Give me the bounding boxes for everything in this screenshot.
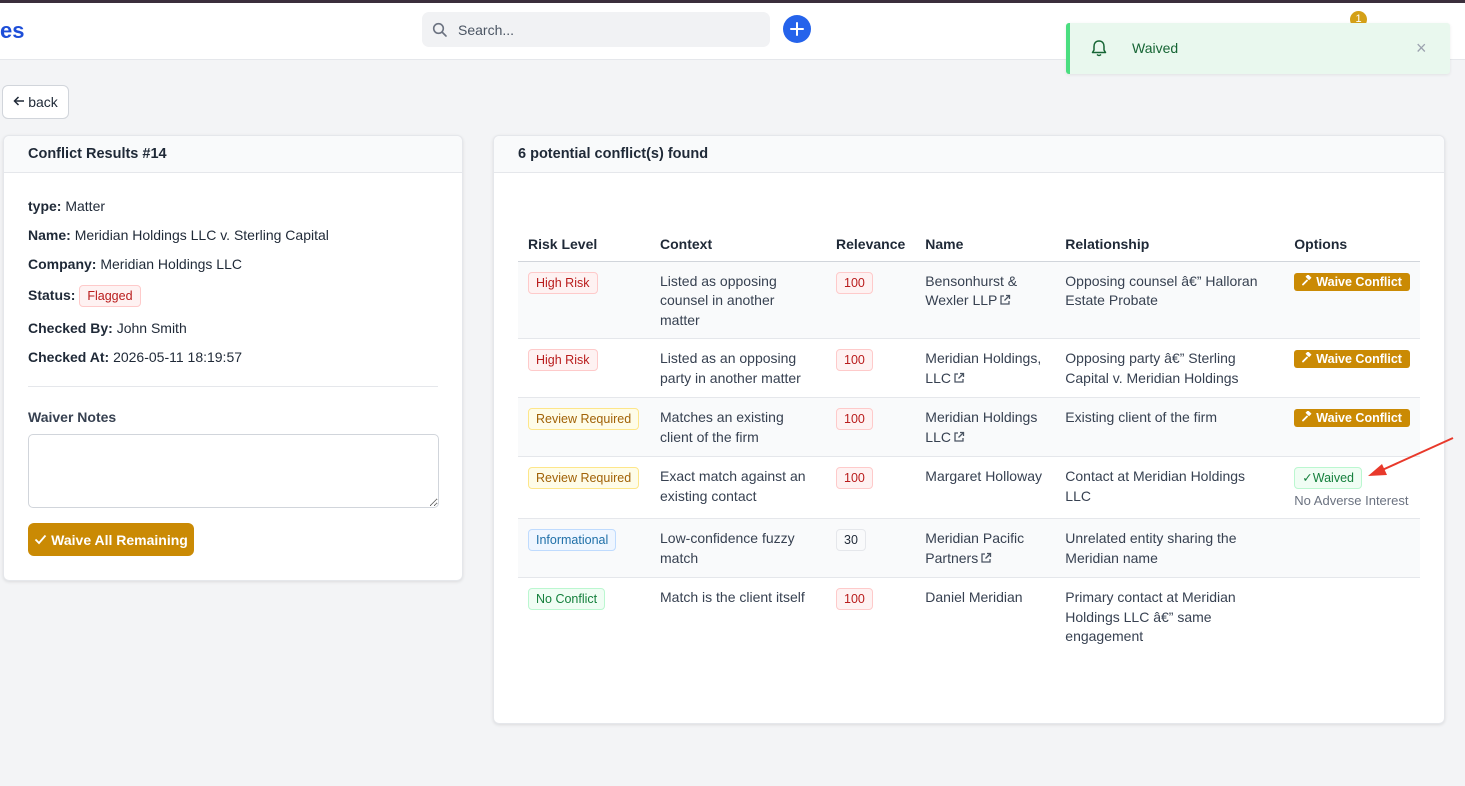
col-risk-level: Risk Level xyxy=(518,227,650,262)
arrow-left-icon xyxy=(13,94,25,110)
external-link-icon[interactable] xyxy=(953,370,965,390)
checked-at-value: 2026-05-11 18:19:57 xyxy=(113,349,243,365)
table-row: No Conflict Match is the client itself 1… xyxy=(518,578,1420,655)
check-icon: ✓ xyxy=(1302,471,1313,485)
check-icon xyxy=(34,532,47,548)
bell-icon xyxy=(1091,40,1107,57)
brand-title: es xyxy=(0,18,25,43)
risk-badge: High Risk xyxy=(528,271,598,294)
type-field: type: Matter xyxy=(28,198,106,214)
waiver-notes-input[interactable] xyxy=(28,434,439,508)
name-cell[interactable]: Meridian Holdings, LLC xyxy=(915,338,1056,398)
relationship-cell: Opposing counsel â€” Halloran Estate Pro… xyxy=(1055,261,1285,339)
relevance-badge: 100 xyxy=(836,467,873,489)
add-button[interactable] xyxy=(783,15,811,43)
name-cell: Daniel Meridian xyxy=(925,589,1023,605)
relationship-cell: Existing client of the firm xyxy=(1055,397,1285,457)
name-cell: Margaret Holloway xyxy=(915,456,1056,519)
checked-by-field: Checked By: John Smith xyxy=(28,320,187,336)
context-cell: Matches an existing client of the firm xyxy=(650,397,826,457)
table-header-row: Risk Level Context Relevance Name Relati… xyxy=(518,227,1420,262)
plus-icon xyxy=(790,22,804,36)
risk-badge: Review Required xyxy=(528,467,640,489)
waive-conflict-button[interactable]: Waive Conflict xyxy=(1294,350,1410,368)
relevance-badge: 30 xyxy=(836,529,866,551)
close-icon[interactable]: × xyxy=(1416,38,1427,59)
annotation-arrow-icon xyxy=(1368,437,1454,476)
relationship-cell: Primary contact at Meridian Holdings LLC… xyxy=(1065,589,1236,644)
search-box[interactable] xyxy=(422,12,770,47)
col-relevance: Relevance xyxy=(826,227,916,262)
relationship-cell: Unrelated entity sharing the Meridian na… xyxy=(1055,518,1285,578)
name-cell[interactable]: Bensonhurst & Wexler LLP xyxy=(915,261,1056,339)
external-link-icon[interactable] xyxy=(953,429,965,449)
toast-notification: Waived × xyxy=(1066,23,1450,74)
context-cell: Listed as an opposing party in another m… xyxy=(650,338,826,398)
checked-at-field: Checked At: 2026-05-11 18:19:57 xyxy=(28,349,243,365)
waiver-reason: No Adverse Interest xyxy=(1294,493,1409,508)
options-cell xyxy=(1284,578,1420,655)
company-field: Company: Meridian Holdings LLC xyxy=(28,256,242,272)
waive-conflict-button[interactable]: Waive Conflict xyxy=(1294,409,1410,427)
details-title: Conflict Results #14 xyxy=(4,136,462,173)
risk-badge: Review Required xyxy=(528,408,640,430)
divider xyxy=(28,386,438,387)
context-cell: Low-confidence fuzzy match xyxy=(650,518,826,578)
results-title: 6 potential conflict(s) found xyxy=(494,136,1444,173)
waive-conflict-button[interactable]: Waive Conflict xyxy=(1294,272,1410,291)
search-input[interactable] xyxy=(458,12,758,47)
relationship-cell: Contact at Meridian Holdings LLC xyxy=(1055,456,1285,519)
options-cell xyxy=(1284,518,1420,578)
table-row: Review Required Exact match against an e… xyxy=(518,456,1420,519)
search-icon xyxy=(432,22,447,37)
external-link-icon[interactable] xyxy=(980,550,992,570)
col-context: Context xyxy=(650,227,826,262)
status-field: Status: Flagged xyxy=(28,285,141,307)
risk-badge: High Risk xyxy=(528,349,598,371)
table-row: Review Required Matches an existing clie… xyxy=(518,397,1420,457)
name-field: Name: Meridian Holdings LLC v. Sterling … xyxy=(28,227,329,243)
relevance-badge: 100 xyxy=(836,408,873,430)
table-row: Informational Low-confidence fuzzy match… xyxy=(518,518,1420,578)
risk-badge: Informational xyxy=(528,529,617,551)
conflicts-table: Risk Level Context Relevance Name Relati… xyxy=(518,227,1420,655)
table-row: High Risk Listed as an opposing party in… xyxy=(518,338,1420,398)
conflict-results-card: 6 potential conflict(s) found Risk Level… xyxy=(493,135,1445,724)
waive-all-button[interactable]: Waive All Remaining xyxy=(28,523,194,556)
relevance-badge: 100 xyxy=(836,271,873,294)
type-value: Matter xyxy=(65,198,106,214)
context-cell: Listed as opposing counsel in another ma… xyxy=(650,261,826,339)
context-cell: Match is the client itself xyxy=(660,589,805,605)
external-link-icon[interactable] xyxy=(999,292,1011,312)
relevance-badge: 100 xyxy=(836,588,873,610)
gavel-icon xyxy=(1302,273,1313,289)
name-cell[interactable]: Meridian Holdings LLC xyxy=(915,397,1056,457)
relationship-cell: Opposing party â€” Sterling Capital v. M… xyxy=(1055,338,1285,398)
risk-badge: No Conflict xyxy=(528,588,606,610)
table-row: High Risk Listed as opposing counsel in … xyxy=(518,261,1420,339)
name-cell[interactable]: Meridian Pacific Partners xyxy=(915,518,1056,578)
back-label: back xyxy=(28,94,58,110)
toast-message: Waived xyxy=(1132,40,1179,56)
name-value: Meridian Holdings LLC v. Sterling Capita… xyxy=(74,227,329,243)
waiver-notes-label: Waiver Notes xyxy=(28,409,117,425)
company-value: Meridian Holdings LLC xyxy=(100,256,242,272)
col-options: Options xyxy=(1284,227,1420,262)
waived-badge: ✓Waived xyxy=(1294,467,1362,489)
checked-by-value: John Smith xyxy=(116,320,187,336)
gavel-icon xyxy=(1302,351,1313,366)
col-name: Name xyxy=(915,227,1056,262)
col-relationship: Relationship xyxy=(1055,227,1285,262)
status-badge: Flagged xyxy=(79,285,141,307)
back-button[interactable]: back xyxy=(2,85,69,119)
gavel-icon xyxy=(1302,410,1313,425)
conflict-details-card: Conflict Results #14 type: Matter Name: … xyxy=(3,135,463,581)
relevance-badge: 100 xyxy=(836,349,873,371)
context-cell: Exact match against an existing contact xyxy=(650,456,826,519)
